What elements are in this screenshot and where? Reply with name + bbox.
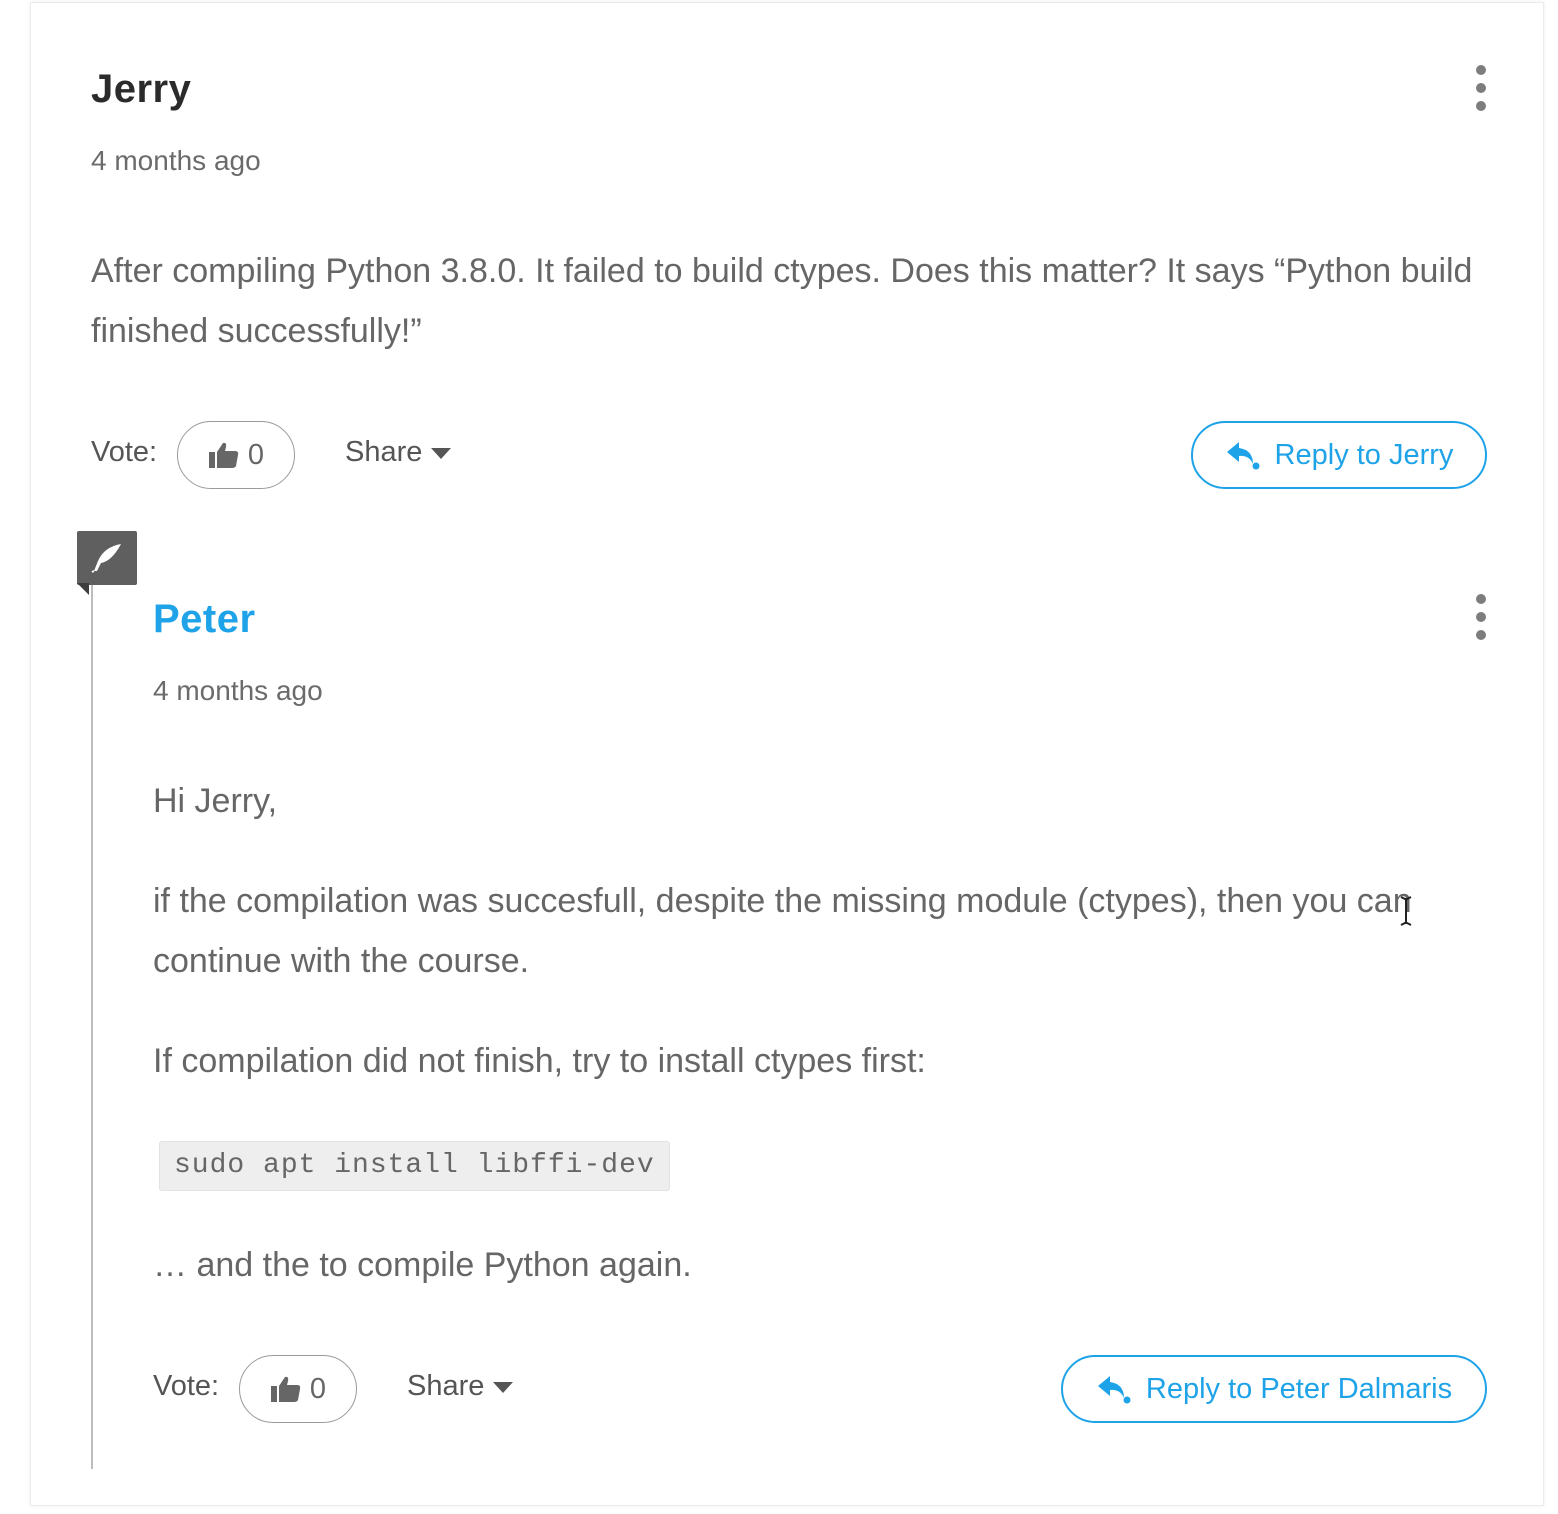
reply-to-jerry-button[interactable]: Reply to Jerry: [1191, 421, 1487, 489]
vote-count: 0: [247, 438, 265, 471]
badge-tail: [77, 583, 89, 595]
reply-paragraph-2: If compilation did not finish, try to in…: [153, 1042, 926, 1080]
share-label: Share: [345, 436, 423, 468]
caret-down-icon: [493, 1381, 514, 1393]
thumbs-up-icon: [208, 442, 239, 468]
reply-arrow-icon: [1097, 1376, 1131, 1404]
reply-to-peter-button[interactable]: Reply to Peter Dalmaris: [1061, 1355, 1487, 1423]
reply-paragraph-3: … and the to compile Python again.: [153, 1246, 692, 1284]
reply-button-label: Reply to Jerry: [1274, 438, 1454, 471]
vote-label: Vote:: [91, 436, 158, 468]
author-badge: [77, 531, 137, 585]
comment-author[interactable]: Jerry: [91, 67, 191, 112]
reply-vote-label: Vote:: [153, 1370, 220, 1402]
reply-share-label: Share: [407, 1370, 485, 1402]
reply-menu-kebab-icon[interactable]: [1471, 594, 1491, 640]
text-cursor-icon: [1400, 896, 1412, 926]
reply-upvote-button[interactable]: 0: [239, 1355, 357, 1423]
thumbs-up-icon: [270, 1376, 301, 1402]
caret-down-icon: [431, 447, 452, 459]
comment-body: After compiling Python 3.8.0. It failed …: [91, 252, 1473, 350]
quill-icon: [91, 544, 121, 573]
comment-timestamp[interactable]: 4 months ago: [91, 145, 261, 177]
reply-button-label: Reply to Peter Dalmaris: [1145, 1372, 1453, 1405]
reply-arrow-icon: [1226, 442, 1260, 470]
reply-vote-count: 0: [309, 1372, 327, 1405]
reply-greeting: Hi Jerry,: [153, 782, 278, 820]
thread-line: [91, 583, 93, 1469]
reply-author[interactable]: Peter: [153, 597, 256, 642]
comment-card: Jerry 4 months ago After compiling Pytho…: [30, 2, 1544, 1506]
reply-timestamp[interactable]: 4 months ago: [153, 675, 323, 707]
reply-share-dropdown[interactable]: Share: [407, 1370, 514, 1403]
upvote-button[interactable]: 0: [177, 421, 295, 489]
share-dropdown[interactable]: Share: [345, 436, 452, 469]
reply-paragraph-1: if the compilation was succesfull, despi…: [153, 882, 1412, 980]
comment-menu-kebab-icon[interactable]: [1471, 65, 1491, 111]
code-snippet: sudo apt install libffi-dev: [159, 1141, 670, 1191]
